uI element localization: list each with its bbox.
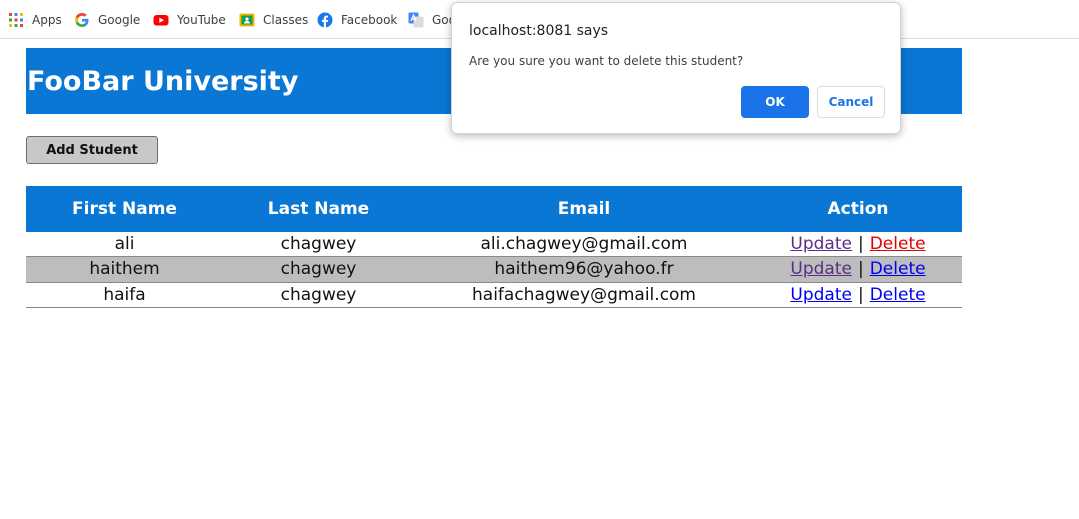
update-link[interactable]: Update (790, 259, 852, 279)
apps-grid-icon (9, 13, 23, 27)
cell-action: Update | Delete (754, 257, 962, 281)
cell-last-name: chagwey (280, 234, 357, 254)
column-header-first-name: First Name (72, 199, 177, 219)
table-row: haifa chagwey haifachagwey@gmail.com Upd… (26, 283, 962, 308)
ok-button[interactable]: OK (741, 86, 809, 118)
bookmark-label: Google (98, 13, 141, 27)
cell-email: ali.chagwey@gmail.com (480, 234, 688, 254)
cell-last-name: chagwey (280, 285, 357, 305)
cell-last-name: chagwey (280, 259, 357, 279)
classes-icon (239, 13, 255, 27)
bookmark-label: Facebook (341, 13, 398, 27)
cell-first-name: haifa (103, 285, 146, 305)
google-icon (75, 13, 89, 27)
bookmark-google[interactable]: Google (74, 11, 140, 29)
facebook-icon (317, 12, 333, 28)
google-translate-icon (408, 12, 424, 28)
dialog-message: Are you sure you want to delete this stu… (469, 54, 744, 68)
bookmark-label: Classes (263, 13, 309, 27)
update-link[interactable]: Update (790, 234, 852, 254)
bookmark-label: Apps (32, 13, 62, 27)
bookmark-youtube[interactable]: YouTube (153, 11, 226, 29)
delete-link[interactable]: Delete (870, 285, 926, 305)
add-student-button[interactable]: Add Student (26, 136, 158, 164)
youtube-icon (153, 15, 169, 26)
cell-email: haifachagwey@gmail.com (472, 285, 696, 305)
cell-email: haithem96@yahoo.fr (494, 259, 674, 279)
cell-action: Update | Delete (754, 283, 962, 307)
bookmark-label: YouTube (177, 13, 226, 27)
bookmark-apps[interactable]: Apps (8, 11, 62, 29)
table-row: ali chagwey ali.chagwey@gmail.com Update… (26, 232, 962, 257)
cell-first-name: ali (114, 234, 135, 254)
students-table-header: First Name Last Name Email Action (26, 186, 962, 232)
bookmark-classes[interactable]: Classes (239, 11, 308, 29)
bookmark-facebook[interactable]: Facebook (317, 11, 397, 29)
update-link[interactable]: Update (790, 285, 852, 305)
bookmark-google-translate[interactable]: Goo (408, 11, 456, 29)
cell-first-name: haithem (89, 259, 160, 279)
action-separator: | (857, 234, 864, 254)
page-title: FooBar University (27, 66, 299, 97)
dialog-title: localhost:8081 says (469, 23, 609, 39)
table-row: haithem chagwey haithem96@yahoo.fr Updat… (26, 257, 962, 283)
delete-link[interactable]: Delete (870, 234, 926, 254)
column-header-last-name: Last Name (267, 199, 370, 219)
cell-action: Update | Delete (754, 232, 962, 256)
action-separator: | (857, 285, 864, 305)
column-header-action: Action (827, 199, 889, 219)
action-separator: | (857, 259, 864, 279)
column-header-email: Email (557, 199, 611, 219)
delete-link[interactable]: Delete (870, 259, 926, 279)
confirm-dialog: localhost:8081 says Are you sure you wan… (451, 2, 901, 134)
cancel-button[interactable]: Cancel (817, 86, 885, 118)
